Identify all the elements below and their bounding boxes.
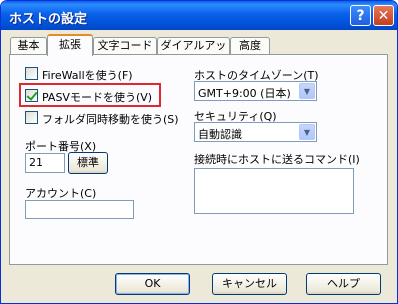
help-button[interactable]: ヘルプ — [306, 273, 381, 295]
close-title-button[interactable]: ✕ — [373, 5, 394, 26]
window-title: ホストの設定 — [9, 12, 88, 27]
cancel-button[interactable]: キャンセル — [212, 273, 287, 295]
security-value: 自動認識 — [198, 128, 242, 141]
timezone-value: GMT+9:00 (日本) — [198, 87, 291, 100]
title-bar[interactable]: ホストの設定 ? ✕ — [1, 1, 397, 30]
port-input[interactable]: 21 — [25, 153, 65, 173]
sync-move-label[interactable]: フォルダ同時移動を使う(S) — [42, 111, 179, 127]
pasv-label[interactable]: PASVモードを使う(V) — [42, 89, 152, 105]
account-label: アカウント(C) — [25, 187, 97, 200]
ok-button[interactable]: OK — [115, 273, 190, 295]
chevron-down-icon[interactable]: ▼ — [299, 83, 315, 99]
tab-extended[interactable]: 拡張 — [47, 34, 93, 56]
tab-dialup[interactable]: ダイアルアップ — [157, 37, 230, 68]
help-title-button[interactable]: ? — [350, 5, 371, 26]
sync-move-checkbox[interactable] — [25, 111, 38, 124]
security-select[interactable]: 自動認識 ▼ — [194, 122, 317, 142]
command-label: 接続時にホストに送るコマンド(I) — [194, 153, 360, 166]
pasv-checkbox[interactable] — [25, 89, 38, 102]
timezone-select[interactable]: GMT+9:00 (日本) ▼ — [194, 81, 317, 101]
tab-advanced[interactable]: 高度 — [230, 37, 270, 55]
dialog-window: ホストの設定 ? ✕ 基本 拡張 文字コード ダイアルアップ 高度 FireWa… — [0, 0, 398, 304]
firewall-label[interactable]: FireWallを使う(F) — [42, 67, 133, 83]
account-input[interactable] — [25, 200, 134, 219]
command-textarea[interactable] — [194, 168, 354, 214]
standard-port-button[interactable]: 標準 — [68, 152, 108, 174]
tab-charcode[interactable]: 文字コード — [93, 37, 157, 55]
tab-basic[interactable]: 基本 — [10, 37, 47, 55]
firewall-checkbox[interactable] — [25, 67, 38, 80]
chevron-down-icon[interactable]: ▼ — [299, 124, 315, 140]
